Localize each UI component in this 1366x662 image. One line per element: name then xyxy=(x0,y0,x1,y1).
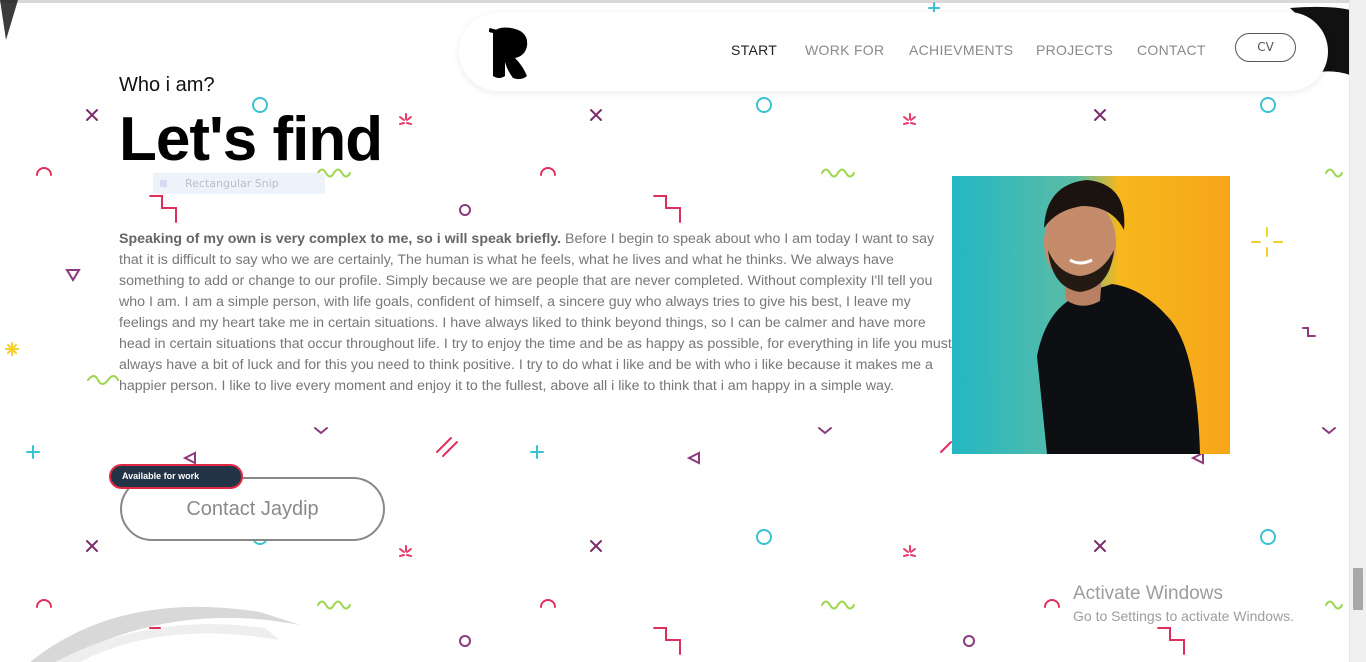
bio-lead: Speaking of my own is very complex to me… xyxy=(119,231,562,247)
nav-work-for[interactable]: WORK FOR xyxy=(805,42,884,58)
r-logo-icon[interactable] xyxy=(489,26,531,80)
page-title: Let's find xyxy=(119,105,383,174)
profile-photo xyxy=(952,176,1230,454)
nav-achievements[interactable]: ACHIEVMENTS xyxy=(909,42,1013,58)
nav-contact[interactable]: CONTACT xyxy=(1137,42,1206,58)
snip-label: Rectangular Snip xyxy=(185,177,279,190)
snip-tooltip: Rectangular Snip xyxy=(153,173,325,194)
snip-icon xyxy=(160,180,167,187)
bio-body: Before I begin to speak about who I am t… xyxy=(119,231,952,394)
navbar: START WORK FOR ACHIEVMENTS PROJECTS CONT… xyxy=(459,12,1328,91)
availability-badge: Available for work xyxy=(109,464,243,489)
profile-photo-art xyxy=(952,176,1230,454)
cv-button[interactable]: CV xyxy=(1235,33,1296,62)
nav-projects[interactable]: PROJECTS xyxy=(1036,42,1113,58)
section-eyebrow: Who i am? xyxy=(119,74,215,96)
nav-start[interactable]: START xyxy=(731,42,777,58)
bio-paragraph: Speaking of my own is very complex to me… xyxy=(119,229,955,397)
activate-windows-title: Activate Windows xyxy=(1073,583,1223,604)
activate-windows-subtitle: Go to Settings to activate Windows. xyxy=(1073,608,1294,624)
scrollbar-thumb[interactable] xyxy=(1353,568,1363,610)
top-border xyxy=(0,0,1366,3)
vertical-scrollbar[interactable] xyxy=(1349,0,1366,662)
